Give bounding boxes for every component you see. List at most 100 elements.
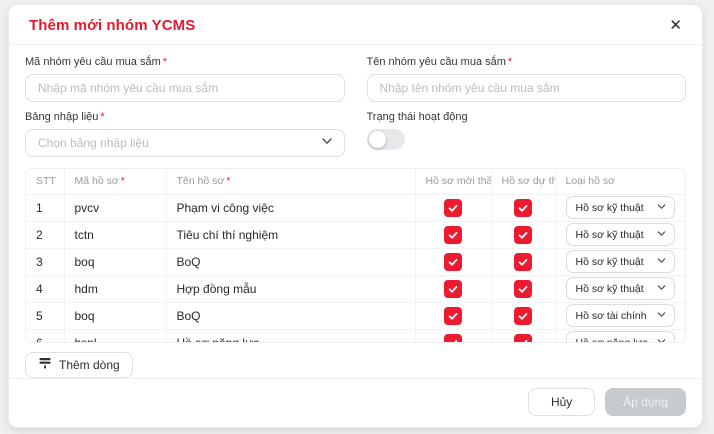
- insert-row-icon: [38, 356, 52, 373]
- doc-type-select[interactable]: Hồ sơ kỹ thuật: [566, 250, 676, 273]
- cell-doc-type: Hồ sơ năng lực: [555, 329, 685, 343]
- doc-type-value: Hồ sơ kỹ thuật: [576, 229, 644, 241]
- code-label-text: Mã nhóm yêu cầu mua sắm: [25, 56, 161, 68]
- required-asterisk: *: [121, 175, 125, 187]
- cell-stt: 3: [26, 248, 64, 275]
- input-table-label-text: Bảng nhập liệu: [25, 111, 98, 123]
- doc-type-value: Hồ sơ kỹ thuật: [576, 283, 644, 295]
- cell-doc-type: Hồ sơ kỹ thuật: [555, 221, 685, 248]
- col-header-code: Mã hồ sơ*: [64, 169, 166, 194]
- field-group-input-table: Bảng nhập liệu* Chọn bảng nhập liệu: [25, 111, 345, 157]
- doc-type-select[interactable]: Hồ sơ kỹ thuật: [566, 277, 676, 300]
- bid-invite-checkbox[interactable]: [444, 307, 462, 325]
- name-label-text: Tên nhóm yêu cầu mua sắm: [367, 56, 506, 68]
- documents-table: STT Mã hồ sơ* Tên hồ sơ* Hồ sơ mời thầu …: [25, 168, 686, 343]
- doc-type-select[interactable]: Hồ sơ năng lực: [566, 331, 676, 343]
- add-row-button[interactable]: Thêm dòng: [25, 352, 133, 378]
- cell-doc-type: Hồ sơ tài chính: [555, 302, 685, 329]
- cell-bid-submit: [491, 275, 555, 302]
- cell-name[interactable]: BoQ: [166, 302, 415, 329]
- cell-bid-submit: [491, 329, 555, 343]
- col-header-bid-invite: Hồ sơ mời thầu: [415, 169, 491, 194]
- chevron-down-icon: [656, 336, 667, 343]
- table-row: 2 tctn Tiêu chí thí nghiệm: [26, 221, 685, 248]
- bid-invite-checkbox[interactable]: [444, 280, 462, 298]
- bid-submit-checkbox[interactable]: [514, 307, 532, 325]
- chevron-down-icon: [656, 309, 667, 323]
- cell-bid-invite: [415, 221, 491, 248]
- add-ycms-group-dialog: Thêm mới nhóm YCMS ✕ Mã nhóm yêu cầu mua…: [8, 4, 703, 428]
- dialog-footer: Hủy Áp dụng: [9, 378, 702, 427]
- table-header-row: STT Mã hồ sơ* Tên hồ sơ* Hồ sơ mời thầu …: [26, 169, 685, 194]
- col-header-bid-submit: Hồ sơ dự thầu: [491, 169, 555, 194]
- cancel-button[interactable]: Hủy: [528, 388, 595, 416]
- table-row: 5 boq BoQ Hồ sơ: [26, 302, 685, 329]
- input-table-select[interactable]: Chọn bảng nhập liệu: [25, 129, 345, 157]
- cell-code[interactable]: boq: [64, 248, 166, 275]
- bid-submit-checkbox[interactable]: [514, 334, 532, 343]
- table-row: 4 hdm Hợp đồng mẫu: [26, 275, 685, 302]
- doc-type-value: Hồ sơ năng lực: [576, 337, 648, 343]
- cell-bid-invite: [415, 194, 491, 221]
- field-group-code: Mã nhóm yêu cầu mua sắm*: [25, 56, 345, 102]
- name-input[interactable]: [367, 74, 687, 102]
- status-label: Trạng thái hoạt động: [367, 111, 687, 124]
- code-input[interactable]: [25, 74, 345, 102]
- apply-button[interactable]: Áp dụng: [605, 388, 686, 416]
- form-area: Mã nhóm yêu cầu mua sắm* Tên nhóm yêu cầ…: [9, 45, 702, 157]
- doc-type-select[interactable]: Hồ sơ kỹ thuật: [566, 196, 676, 219]
- cell-name[interactable]: Hợp đồng mẫu: [166, 275, 415, 302]
- cell-name[interactable]: Hồ sơ năng lực: [166, 329, 415, 343]
- cell-stt: 4: [26, 275, 64, 302]
- required-asterisk: *: [508, 56, 512, 68]
- cell-stt: 6: [26, 329, 64, 343]
- cell-code[interactable]: hsnl: [64, 329, 166, 343]
- cell-stt: 5: [26, 302, 64, 329]
- cell-bid-invite: [415, 302, 491, 329]
- cell-name[interactable]: Tiêu chí thí nghiệm: [166, 221, 415, 248]
- bid-submit-checkbox[interactable]: [514, 253, 532, 271]
- cell-name[interactable]: Phạm vi công việc: [166, 194, 415, 221]
- add-row-label: Thêm dòng: [59, 358, 120, 372]
- required-asterisk: *: [163, 56, 167, 68]
- cell-doc-type: Hồ sơ kỹ thuật: [555, 248, 685, 275]
- doc-type-select[interactable]: Hồ sơ tài chính: [566, 304, 676, 327]
- bid-invite-checkbox[interactable]: [444, 253, 462, 271]
- cell-doc-type: Hồ sơ kỹ thuật: [555, 194, 685, 221]
- bid-invite-checkbox[interactable]: [444, 334, 462, 343]
- cell-bid-submit: [491, 221, 555, 248]
- name-field-label: Tên nhóm yêu cầu mua sắm*: [367, 56, 687, 69]
- cell-bid-submit: [491, 302, 555, 329]
- bid-invite-checkbox[interactable]: [444, 226, 462, 244]
- table-row: 1 pvcv Phạm vi công việc: [26, 194, 685, 221]
- chevron-down-icon: [656, 228, 667, 242]
- input-table-label: Bảng nhập liệu*: [25, 111, 345, 124]
- cell-bid-submit: [491, 248, 555, 275]
- chevron-down-icon: [656, 255, 667, 269]
- col-header-doc-type: Loại hồ sơ: [555, 169, 685, 194]
- cell-code[interactable]: tctn: [64, 221, 166, 248]
- bid-invite-checkbox[interactable]: [444, 199, 462, 217]
- cell-stt: 1: [26, 194, 64, 221]
- col-header-stt: STT: [26, 169, 64, 194]
- doc-type-select[interactable]: Hồ sơ kỹ thuật: [566, 223, 676, 246]
- close-button[interactable]: ✕: [665, 16, 686, 35]
- field-group-name: Tên nhóm yêu cầu mua sắm*: [367, 56, 687, 102]
- status-toggle[interactable]: [367, 129, 405, 150]
- cell-code[interactable]: boq: [64, 302, 166, 329]
- cell-bid-invite: [415, 329, 491, 343]
- col-header-name: Tên hồ sơ*: [166, 169, 415, 194]
- required-asterisk: *: [226, 175, 230, 187]
- bid-submit-checkbox[interactable]: [514, 280, 532, 298]
- table-row: 3 boq BoQ Hồ sơ: [26, 248, 685, 275]
- cell-code[interactable]: hdm: [64, 275, 166, 302]
- cell-name[interactable]: BoQ: [166, 248, 415, 275]
- bid-submit-checkbox[interactable]: [514, 226, 532, 244]
- doc-type-value: Hồ sơ kỹ thuật: [576, 256, 644, 268]
- close-icon: ✕: [669, 17, 682, 34]
- bid-submit-checkbox[interactable]: [514, 199, 532, 217]
- cell-bid-invite: [415, 275, 491, 302]
- cell-code[interactable]: pvcv: [64, 194, 166, 221]
- doc-type-value: Hồ sơ kỹ thuật: [576, 202, 644, 214]
- doc-type-value: Hồ sơ tài chính: [576, 310, 647, 322]
